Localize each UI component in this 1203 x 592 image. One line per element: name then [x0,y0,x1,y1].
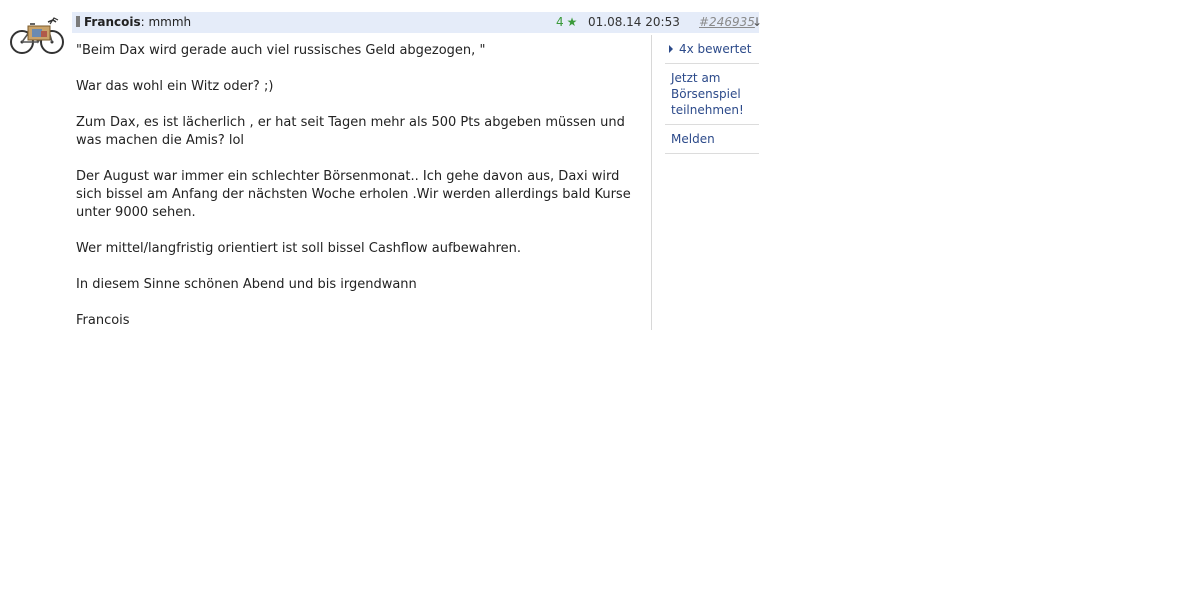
header-marker [76,16,80,27]
post-paragraph: In diesem Sinne schönen Abend und bis ir… [76,277,417,292]
author-name[interactable]: Francois [84,15,141,29]
caret-right-icon [669,45,673,53]
post-paragraph: Wer mittel/langfristig orientiert ist so… [76,241,522,256]
arrow-down-icon[interactable]: ↓ [752,15,762,29]
report-link[interactable]: Melden [665,125,759,154]
post-body: "Beim Dax wird gerade auch viel russisch… [76,42,646,348]
bicycle-avatar-image [10,17,64,54]
rated-link[interactable]: 4x bewertet [665,35,759,64]
post-title-line: Francois: mmmh [84,15,191,29]
post-paragraph: Der August war immer ein schlechter Börs… [76,169,631,220]
avatar[interactable] [8,12,66,58]
post-title: mmmh [148,15,192,29]
post-signature: Francois [76,313,130,328]
rating-count: 4 [556,15,564,29]
post-paragraph: "Beim Dax wird gerade auch viel russisch… [76,43,486,58]
sidebar-divider [651,35,652,330]
post-paragraph: War das wohl ein Witz oder? ;) [76,79,274,94]
stock-game-link[interactable]: Jetzt am Börsenspiel teilnehmen! [665,64,759,125]
post-number-link[interactable]: #246935 [699,15,755,29]
post-date: 01.08.14 20:53 [588,15,680,29]
title-separator: : [140,15,145,29]
rated-label: 4x bewertet [679,42,752,56]
post-paragraph: Zum Dax, es ist lächerlich , er hat seit… [76,115,625,148]
star-icon: ★ [566,15,578,29]
post-sidebar: 4x bewertet Jetzt am Börsenspiel teilneh… [665,35,759,154]
post-header: Francois: mmmh 4 ★ 01.08.14 20:53 #246935… [72,12,762,33]
rating[interactable]: 4 ★ [556,15,577,29]
